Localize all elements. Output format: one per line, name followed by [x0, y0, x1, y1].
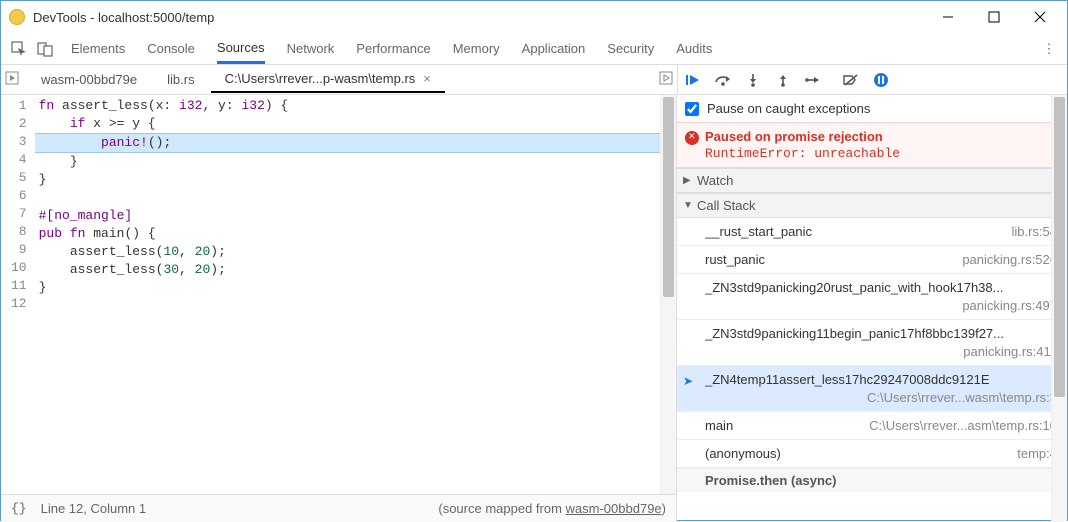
error-icon [685, 131, 699, 145]
code-line[interactable] [35, 189, 660, 207]
paused-title: Paused on promise rejection [705, 129, 1057, 144]
status-bar: {} Line 12, Column 1 (source mapped from… [1, 494, 676, 522]
stack-frame[interactable]: __rust_start_paniclib.rs:54 [677, 218, 1067, 246]
code-line[interactable]: #[no_mangle] [35, 207, 660, 225]
code-editor[interactable]: fn assert_less(x: i32, y: i32) { if x >=… [35, 95, 660, 494]
minimize-button[interactable] [925, 3, 971, 31]
step-over-button[interactable] [708, 68, 738, 92]
maximize-button[interactable] [971, 3, 1017, 31]
chevron-right-icon: ▶ [683, 175, 691, 186]
panel-tab-application[interactable]: Application [522, 33, 586, 64]
stack-frame-fn: _ZN3std9panicking11begin_panic17hf8bbc13… [705, 326, 1057, 341]
stack-frame-fn: _ZN4temp11assert_less17hc29247008ddc9121… [705, 372, 1057, 387]
sidebar-scrollbar[interactable] [1051, 95, 1067, 522]
stack-frame-fn: main [705, 418, 861, 433]
window-title: DevTools - localhost:5000/temp [33, 10, 925, 25]
stack-frame[interactable]: rust_panic panicking.rs:526 [677, 246, 1067, 274]
stack-frame-fn: __rust_start_panic [705, 224, 1003, 239]
callstack-section-header[interactable]: ▼Call Stack [677, 193, 1067, 218]
more-options-icon[interactable]: ⋮ [1037, 37, 1061, 61]
file-tab[interactable]: C:\Users\rrever...p-wasm\temp.rs× [211, 66, 445, 93]
current-frame-icon: ➤ [683, 374, 693, 388]
go-to-icon[interactable] [659, 71, 673, 88]
paused-subtitle: RuntimeError: unreachable [705, 146, 1057, 161]
step-into-button[interactable] [738, 68, 768, 92]
code-line[interactable] [35, 297, 660, 315]
stack-frame-location: panicking.rs:411 [705, 344, 1057, 359]
pause-exceptions-button[interactable] [866, 68, 896, 92]
pretty-print-icon[interactable]: {} [11, 501, 27, 516]
inspect-element-icon[interactable] [7, 37, 31, 61]
pause-caught-checkbox[interactable] [685, 102, 699, 116]
stack-frame-fn: (anonymous) [705, 446, 1009, 461]
code-line[interactable]: pub fn main() { [35, 225, 660, 243]
code-line[interactable]: if x >= y { [35, 115, 660, 133]
code-line[interactable]: } [35, 279, 660, 297]
panel-tab-performance[interactable]: Performance [356, 33, 430, 64]
close-button[interactable] [1017, 3, 1063, 31]
stack-frame-location: C:\Users\rrever...asm\temp.rs:10 [869, 418, 1057, 433]
play-pause-icon[interactable] [5, 71, 19, 88]
stack-frame-location: panicking.rs:526 [962, 252, 1057, 267]
code-line[interactable]: assert_less(10, 20); [35, 243, 660, 261]
code-line[interactable]: panic!(); [35, 133, 660, 153]
close-tab-icon[interactable]: × [423, 71, 431, 86]
stack-frame-fn: _ZN3std9panicking20rust_panic_with_hook1… [705, 280, 1057, 295]
stack-frame[interactable]: main C:\Users\rrever...asm\temp.rs:10 [677, 412, 1067, 440]
panel-tab-console[interactable]: Console [147, 33, 195, 64]
code-line[interactable]: } [35, 153, 660, 171]
step-button[interactable] [798, 68, 828, 92]
cursor-position: Line 12, Column 1 [41, 501, 147, 516]
stack-frame[interactable]: (anonymous)temp:4 [677, 440, 1067, 468]
panel-tab-audits[interactable]: Audits [676, 33, 712, 64]
deactivate-breakpoints-button[interactable] [836, 68, 866, 92]
stack-frame-location: C:\Users\rrever...wasm\temp.rs:3 [705, 390, 1057, 405]
panel-tab-network[interactable]: Network [287, 33, 335, 64]
pause-caught-label: Pause on caught exceptions [707, 101, 870, 116]
panel-tab-elements[interactable]: Elements [71, 33, 125, 64]
panel-tab-sources[interactable]: Sources [217, 33, 265, 64]
stack-frame[interactable]: _ZN3std9panicking11begin_panic17hf8bbc13… [677, 320, 1067, 366]
panel-tab-security[interactable]: Security [607, 33, 654, 64]
app-icon [9, 9, 25, 25]
code-line[interactable]: } [35, 171, 660, 189]
chevron-down-icon: ▼ [683, 200, 693, 211]
code-line[interactable]: assert_less(30, 20); [35, 261, 660, 279]
line-gutter: 123456789101112 [1, 95, 35, 494]
code-line[interactable]: fn assert_less(x: i32, y: i32) { [35, 97, 660, 115]
editor-scrollbar[interactable] [660, 95, 676, 494]
sourcemap-prefix: (source mapped from [438, 501, 565, 516]
stack-frame[interactable]: _ZN3std9panicking20rust_panic_with_hook1… [677, 274, 1067, 320]
sourcemap-suffix: ) [662, 501, 666, 516]
watch-section-header[interactable]: ▶Watch [677, 168, 1067, 193]
file-tab[interactable]: lib.rs [153, 67, 208, 92]
async-separator: Promise.then (async) [677, 468, 1067, 492]
step-out-button[interactable] [768, 68, 798, 92]
resume-button[interactable] [678, 68, 708, 92]
paused-banner: Paused on promise rejection RuntimeError… [677, 122, 1067, 168]
device-toolbar-icon[interactable] [33, 37, 57, 61]
stack-frame[interactable]: ➤ _ZN4temp11assert_less17hc29247008ddc912… [677, 366, 1067, 412]
stack-frame-location: panicking.rs:497 [705, 298, 1057, 313]
stack-frame-fn: rust_panic [705, 252, 954, 267]
file-tab[interactable]: wasm-00bbd79e [27, 67, 151, 92]
sourcemap-link[interactable]: wasm-00bbd79e [566, 501, 662, 516]
panel-tab-memory[interactable]: Memory [453, 33, 500, 64]
